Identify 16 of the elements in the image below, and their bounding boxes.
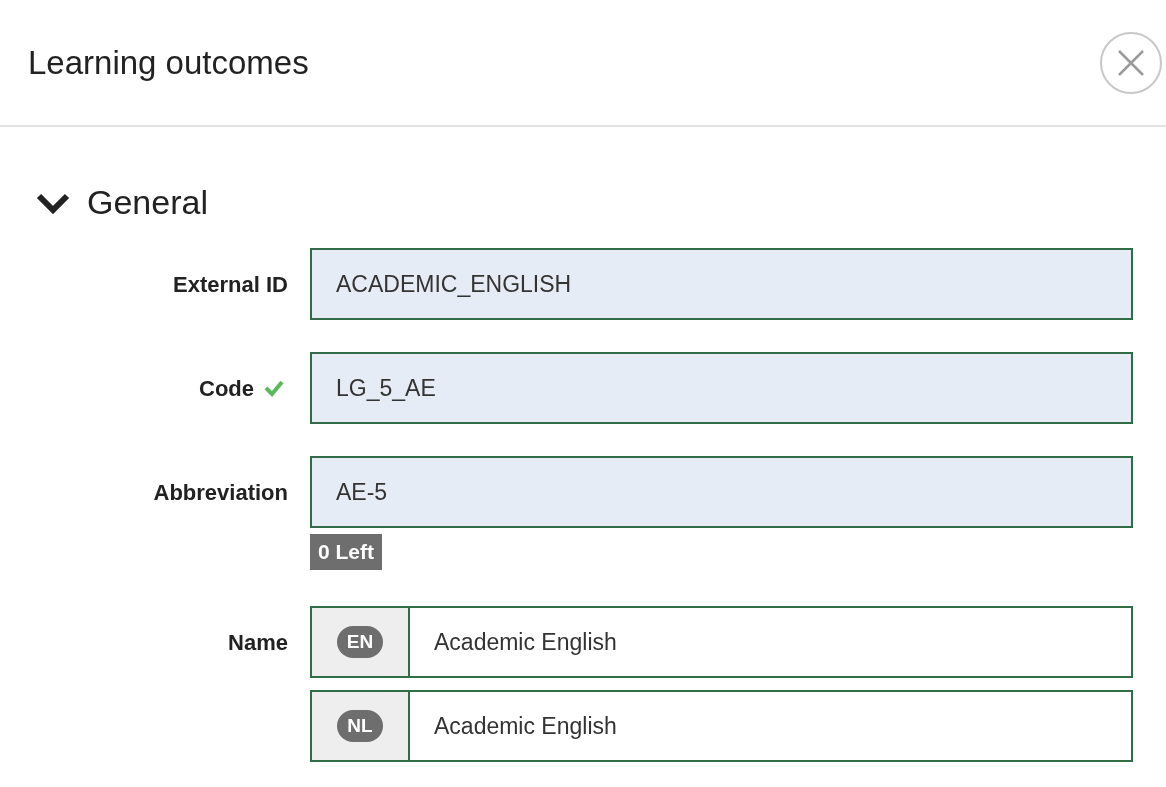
input-field[interactable]: EN Academic English: [310, 606, 1133, 678]
language-badge: EN: [337, 626, 383, 658]
character-counter: 0 Left: [310, 534, 382, 570]
input-field[interactable]: NL Academic English: [310, 690, 1133, 762]
section-toggle[interactable]: General: [35, 177, 208, 228]
dialog-title: Learning outcomes: [28, 42, 309, 83]
close-button[interactable]: [1100, 31, 1162, 94]
field-label: Name: [228, 628, 288, 657]
field-label: Abbreviation: [153, 478, 288, 507]
language-badge: NL: [337, 710, 383, 742]
input-field[interactable]: LG_5_AE: [310, 352, 1133, 424]
field-label: Code: [199, 374, 254, 403]
field-label: External ID: [173, 270, 288, 299]
input-field[interactable]: ACADEMIC_ENGLISH: [310, 248, 1133, 320]
input-field[interactable]: AE-5: [310, 456, 1133, 528]
close-icon: [1117, 48, 1145, 77]
